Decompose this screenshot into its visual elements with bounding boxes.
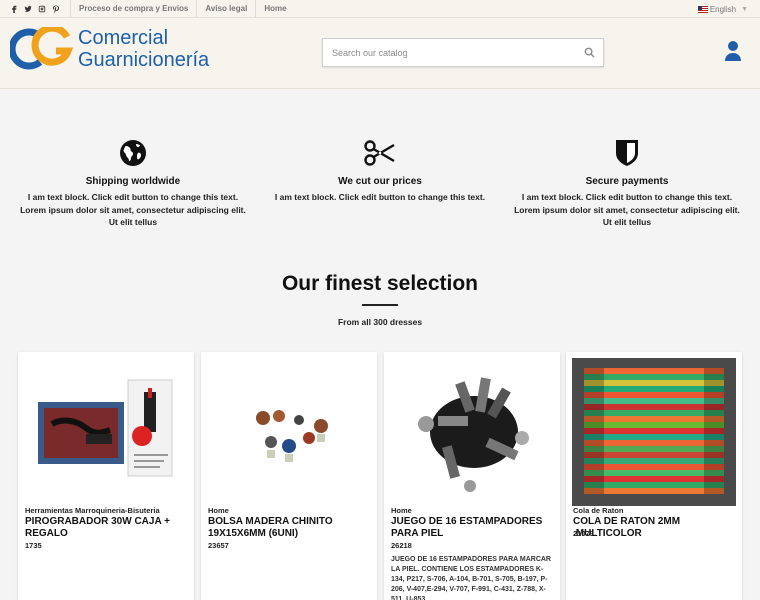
feature-prices: We cut our prices I am text block. Click… <box>265 138 495 204</box>
logo-text: Comercial Guarnicionería <box>78 27 209 71</box>
product-category[interactable]: Home <box>208 506 229 515</box>
logo-line-2: Guarnicionería <box>78 49 210 71</box>
nav-link-shipping[interactable]: Proceso de compra y Envios <box>70 0 196 18</box>
title-divider <box>362 304 398 306</box>
flag-icon <box>697 5 708 13</box>
twitter-icon[interactable] <box>24 5 32 13</box>
globe-icon <box>120 140 146 166</box>
nav-link-legal[interactable]: Aviso legal <box>196 0 255 18</box>
site-header: CG Comercial Guarnicionería <box>0 19 760 89</box>
product-reference: 21079 <box>573 529 594 538</box>
scissors-icon <box>364 140 395 166</box>
shield-icon <box>616 140 638 166</box>
search-box <box>322 38 604 67</box>
feature-title: Shipping worldwide <box>85 176 181 187</box>
product-category[interactable]: Cola de Raton <box>573 506 623 515</box>
product-description: JUEGO DE 16 ESTAMPADORES PARA MARCAR LA … <box>391 556 551 600</box>
product-reference: 23657 <box>208 541 229 550</box>
product-image[interactable] <box>24 358 188 506</box>
section-subtitle: From all 300 dresses <box>337 317 423 327</box>
product-name[interactable]: JUEGO DE 16 ESTAMPADORES PARA PIEL <box>391 516 553 540</box>
feature-title: We cut our prices <box>338 176 422 187</box>
feature-text: I am text block. Click edit button to ch… <box>20 192 246 227</box>
feature-text: I am text block. Click edit button to ch… <box>274 192 486 202</box>
social-links <box>0 4 60 13</box>
feature-payments: Secure payments I am text block. Click e… <box>512 138 742 229</box>
top-nav: Proceso de compra y Envios Aviso legal H… <box>70 0 295 18</box>
user-icon[interactable] <box>724 40 742 62</box>
nav-link-home[interactable]: Home <box>255 0 294 18</box>
product-card[interactable]: Home BOLSA MADERA CHINITO 19x15x6MM (6un… <box>201 352 377 600</box>
feature-text: I am text block. Click edit button to ch… <box>514 192 740 227</box>
product-category[interactable]: Home <box>391 506 412 515</box>
chevron-down-icon: ▼ <box>741 5 748 13</box>
product-image[interactable] <box>572 358 736 506</box>
top-bar: Proceso de compra y Envios Aviso legal H… <box>0 0 760 18</box>
language-selector[interactable]: English ▼ <box>697 0 748 18</box>
pinterest-icon[interactable] <box>52 4 60 13</box>
section-title: Our finest selection <box>281 272 479 295</box>
site-logo[interactable]: CG Comercial Guarnicionería <box>10 27 209 71</box>
product-category[interactable]: Herramientas Marroquineria-Bisuteria <box>25 506 160 515</box>
logo-line-1: Comercial <box>78 27 169 49</box>
product-card[interactable]: Cola de Raton COLA DE RATON 2mm .MULTICO… <box>566 352 742 600</box>
feature-title: Secure payments <box>585 176 669 187</box>
product-name[interactable]: COLA DE RATON 2mm .MULTICOLOR <box>573 516 735 540</box>
product-reference: 26218 <box>391 541 412 550</box>
product-name[interactable]: BOLSA MADERA CHINITO 19x15x6MM (6uni) <box>208 516 370 540</box>
search-input[interactable] <box>323 39 573 66</box>
product-image[interactable] <box>390 358 554 506</box>
feature-shipping: Shipping worldwide I am text block. Clic… <box>18 138 248 229</box>
instagram-icon[interactable] <box>38 5 46 13</box>
language-label: English <box>709 4 737 14</box>
product-image[interactable] <box>207 358 371 506</box>
facebook-icon[interactable] <box>10 5 18 13</box>
search-icon[interactable] <box>584 47 595 58</box>
product-card[interactable]: Herramientas Marroquineria-Bisuteria PIR… <box>18 352 194 600</box>
logo-mark: CG <box>10 27 74 70</box>
product-reference: 1735 <box>25 541 42 550</box>
product-name[interactable]: PIROGRABADOR 30W CAJA + REGALO <box>25 516 187 540</box>
product-card[interactable]: Home JUEGO DE 16 ESTAMPADORES PARA PIEL … <box>384 352 560 600</box>
